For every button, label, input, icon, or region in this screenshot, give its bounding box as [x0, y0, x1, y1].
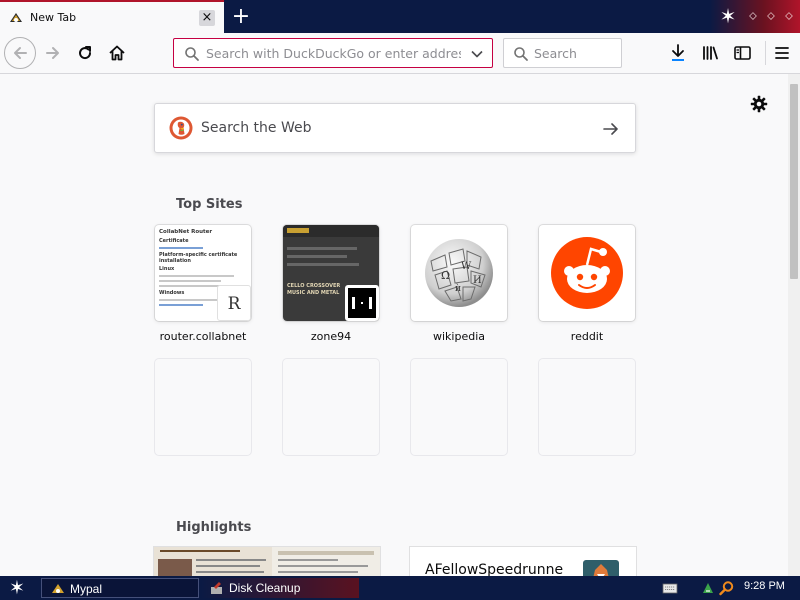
reload-icon: [79, 46, 92, 60]
library-button[interactable]: [696, 39, 724, 67]
top-sites-heading: Top Sites: [176, 197, 243, 212]
router-thumb-rule: [159, 280, 221, 282]
top-site-placeholder: [155, 359, 251, 455]
svg-text:ѝ: ѝ: [455, 283, 461, 294]
zone94-thumb-logo: [287, 228, 309, 233]
top-site-reddit[interactable]: [539, 225, 635, 321]
vertical-scrollbar[interactable]: [788, 74, 800, 576]
network-icon[interactable]: [700, 580, 716, 596]
wikipedia-globe-icon: Ω W И ѝ: [425, 239, 493, 307]
router-thumb-link: [159, 304, 203, 306]
tab-strip: New Tab × + ✶ ⬦ ⬦ ⬦: [0, 0, 800, 33]
highlight-thumbnail: [154, 547, 272, 576]
back-button[interactable]: [4, 37, 36, 69]
tab-new-tab[interactable]: New Tab ×: [0, 0, 224, 33]
search-tray-icon[interactable]: [719, 580, 735, 596]
start-button[interactable]: ✶: [4, 577, 30, 599]
highlight-card-title: AFellowSpeedrunne: [425, 562, 564, 576]
router-thumb-line: Linux: [159, 266, 175, 272]
top-site-placeholder: [539, 359, 635, 455]
taskbar-item-label: Disk Cleanup: [229, 581, 301, 595]
router-thumb-line: Platform-specific certificate installati…: [159, 252, 238, 264]
window-minimize-button[interactable]: ⬦: [746, 8, 760, 24]
sidebar-icon: [734, 46, 751, 60]
svg-text:W: W: [461, 261, 472, 272]
taskbar: ✶ Mypal Disk Cleanup 9:28 PM: [0, 576, 800, 600]
top-site-label[interactable]: zone94: [271, 330, 391, 343]
mypal-icon: [52, 584, 64, 593]
url-input[interactable]: [206, 45, 461, 62]
download-icon: [672, 44, 684, 61]
gear-icon[interactable]: [750, 95, 768, 113]
zone94-thumb-row: [287, 263, 359, 266]
downloads-button[interactable]: [664, 39, 692, 67]
web-search-box[interactable]: [154, 103, 636, 153]
svg-text:И: И: [473, 275, 482, 286]
zone94-thumb-row: [287, 255, 347, 258]
highlight-avatar: [583, 560, 619, 576]
disk-cleanup-icon: [211, 582, 222, 594]
web-search-input[interactable]: [201, 118, 581, 138]
taskbar-item-label: Mypal: [70, 582, 103, 596]
toolbar-separator: [765, 41, 766, 65]
zone94-badge-icon: [348, 288, 376, 318]
forward-icon: [46, 47, 59, 59]
navigation-toolbar: [0, 33, 800, 74]
window-maximize-button[interactable]: ⬦: [764, 8, 778, 24]
router-thumb-line: Certificate: [159, 238, 189, 244]
tab-title: New Tab: [30, 11, 77, 24]
search-bar[interactable]: [503, 38, 622, 68]
top-site-wikipedia[interactable]: Ω W И ѝ: [411, 225, 507, 321]
keyboard-icon[interactable]: [662, 580, 678, 596]
clock[interactable]: 9:28 PM: [744, 580, 785, 592]
tab-favicon-icon: [10, 13, 22, 22]
new-tab-button[interactable]: +: [228, 4, 254, 30]
search-icon: [185, 47, 199, 61]
chevron-down-icon[interactable]: [470, 47, 484, 61]
back-icon: [14, 47, 27, 59]
sidebar-button[interactable]: [728, 39, 756, 67]
router-thumb-rule: [159, 275, 234, 277]
top-site-label[interactable]: reddit: [527, 330, 647, 343]
arrow-right-icon[interactable]: [601, 119, 621, 139]
reload-button[interactable]: [70, 38, 100, 68]
url-bar[interactable]: [173, 38, 493, 68]
top-site-placeholder: [283, 359, 379, 455]
highlights-heading: Highlights: [176, 520, 252, 535]
duckduckgo-logo-icon: [169, 116, 193, 140]
taskbar-item-mypal[interactable]: Mypal: [41, 578, 199, 598]
library-icon: [703, 46, 718, 60]
zone94-badge: [345, 285, 379, 321]
router-thumb-link: [159, 247, 203, 249]
router-thumb-heading: CollabNet Router: [159, 229, 213, 235]
top-site-zone94[interactable]: CELLO CROSSOVER MUSIC AND METAL: [283, 225, 379, 321]
router-badge: R: [217, 285, 251, 321]
search-icon: [514, 47, 528, 61]
top-site-router-collabnet[interactable]: CollabNet Router Certificate Platform-sp…: [155, 225, 251, 321]
search-input[interactable]: [534, 45, 618, 62]
window-close-button[interactable]: ⬦: [782, 8, 796, 24]
reddit-logo-icon: [551, 237, 623, 309]
highlight-card[interactable]: [154, 547, 380, 576]
zone94-thumb-row: [287, 247, 357, 250]
taskbar-item-disk-cleanup[interactable]: Disk Cleanup: [201, 578, 359, 598]
tab-close-button[interactable]: ×: [199, 10, 215, 26]
highlight-card[interactable]: AFellowSpeedrunne: [410, 547, 636, 576]
top-site-label[interactable]: router.collabnet: [143, 330, 263, 343]
highlight-thumbnail: [272, 547, 380, 576]
menu-icon: [775, 47, 789, 59]
new-tab-page: Top Sites CollabNet Router Certificate P…: [0, 74, 800, 576]
scrollbar-thumb[interactable]: [790, 84, 798, 279]
svg-text:Ω: Ω: [441, 269, 450, 282]
menu-button[interactable]: [768, 39, 796, 67]
zone94-thumb-headline: CELLO CROSSOVER MUSIC AND METAL: [287, 283, 341, 296]
top-site-placeholder: [411, 359, 507, 455]
home-button[interactable]: [102, 38, 132, 68]
home-icon: [109, 45, 125, 61]
window-star-icon: ✶: [719, 4, 737, 28]
top-site-label[interactable]: wikipedia: [399, 330, 519, 343]
forward-button[interactable]: [38, 38, 68, 68]
